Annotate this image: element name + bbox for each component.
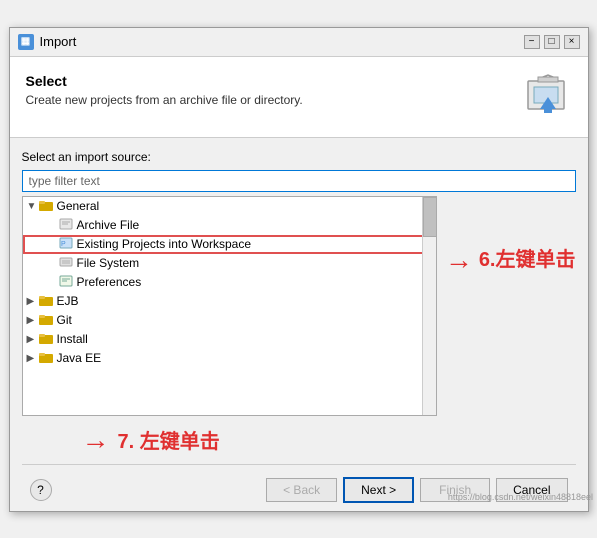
tree-item-label: Install [57,332,88,346]
tree-arrow: ▶ [27,353,39,364]
tree-item[interactable]: Archive File [23,216,436,235]
tree-item-icon [39,332,53,347]
tree-item-label: Git [57,313,72,327]
tree-item-label: Existing Projects into Workspace [77,237,252,251]
close-button[interactable]: × [564,35,580,49]
scrollbar-thumb[interactable] [423,197,437,237]
tree-arrow: ▶ [27,296,39,307]
header-section: Select Create new projects from an archi… [10,57,588,138]
header-description: Create new projects from an archive file… [26,93,303,107]
minimize-button[interactable]: − [524,35,540,49]
back-button[interactable]: < Back [266,478,337,502]
annotation-arrow-1: → 6.左键单击 [445,244,576,276]
dialog-title: Import [40,34,518,49]
tree-item[interactable]: ▶ Git [23,311,436,330]
cancel-button[interactable]: Cancel [496,478,567,502]
annotation-text-1: 6.左键单击 [479,248,576,272]
next-button[interactable]: Next > [343,477,414,503]
tree-item[interactable]: Preferences [23,273,436,292]
tree-item[interactable]: P Existing Projects into Workspace [23,235,436,254]
annotation-text-2: 7. 左键单击 [118,425,220,454]
help-button[interactable]: ? [30,479,52,501]
red-arrow-2: → [82,424,110,456]
tree-item-icon [59,218,73,233]
title-bar: ▦ Import − □ × [10,28,588,57]
svg-text:P: P [61,241,66,248]
tree-item[interactable]: ▶ EJB [23,292,436,311]
filter-input[interactable] [22,170,576,192]
tree-item-icon [59,275,73,290]
tree-item[interactable]: File System [23,254,436,273]
tree-item-label: Archive File [77,218,140,232]
finish-button[interactable]: Finish [420,478,490,502]
tree-item[interactable]: ▶ Install [23,330,436,349]
divider [22,464,576,465]
import-dialog: ▦ Import − □ × Select Create new project… [9,27,589,512]
tree-item-icon [39,313,53,328]
tree-item-label: General [57,199,100,213]
tree-arrow: ▼ [27,201,39,212]
tree-view[interactable]: ▼ General Archive File P Existing Projects i… [22,196,437,416]
tree-item-icon [39,294,53,309]
header-heading: Select [26,73,303,89]
tree-item-label: Preferences [77,275,142,289]
tree-item-icon: P [59,237,73,252]
tree-arrow: ▶ [27,334,39,345]
dialog-icon: ▦ [18,34,34,50]
header-icon [524,73,572,121]
tree-arrow: ▶ [27,315,39,326]
content-section: Select an import source: ▼ General Archive… [10,138,588,416]
annotation-row-2: → 7. 左键单击 [22,416,576,460]
tree-item-label: File System [77,256,140,270]
tree-item[interactable]: ▶ Java EE [23,349,436,368]
tree-item-icon [59,256,73,271]
import-source-label: Select an import source: [22,150,576,164]
scrollbar-track[interactable] [422,197,436,415]
tree-item-label: Java EE [57,351,102,365]
red-arrow-1: → [445,244,473,276]
button-row: ? < Back Next > Finish Cancel [22,469,576,511]
maximize-button[interactable]: □ [544,35,560,49]
tree-item-icon [39,351,53,366]
tree-item-icon [39,199,53,214]
window-controls: − □ × [524,35,580,49]
bottom-section: → 7. 左键单击 ? < Back Next > Finish Cancel … [10,416,588,511]
tree-item[interactable]: ▼ General [23,197,436,216]
tree-item-label: EJB [57,294,79,308]
header-text: Select Create new projects from an archi… [26,73,303,107]
